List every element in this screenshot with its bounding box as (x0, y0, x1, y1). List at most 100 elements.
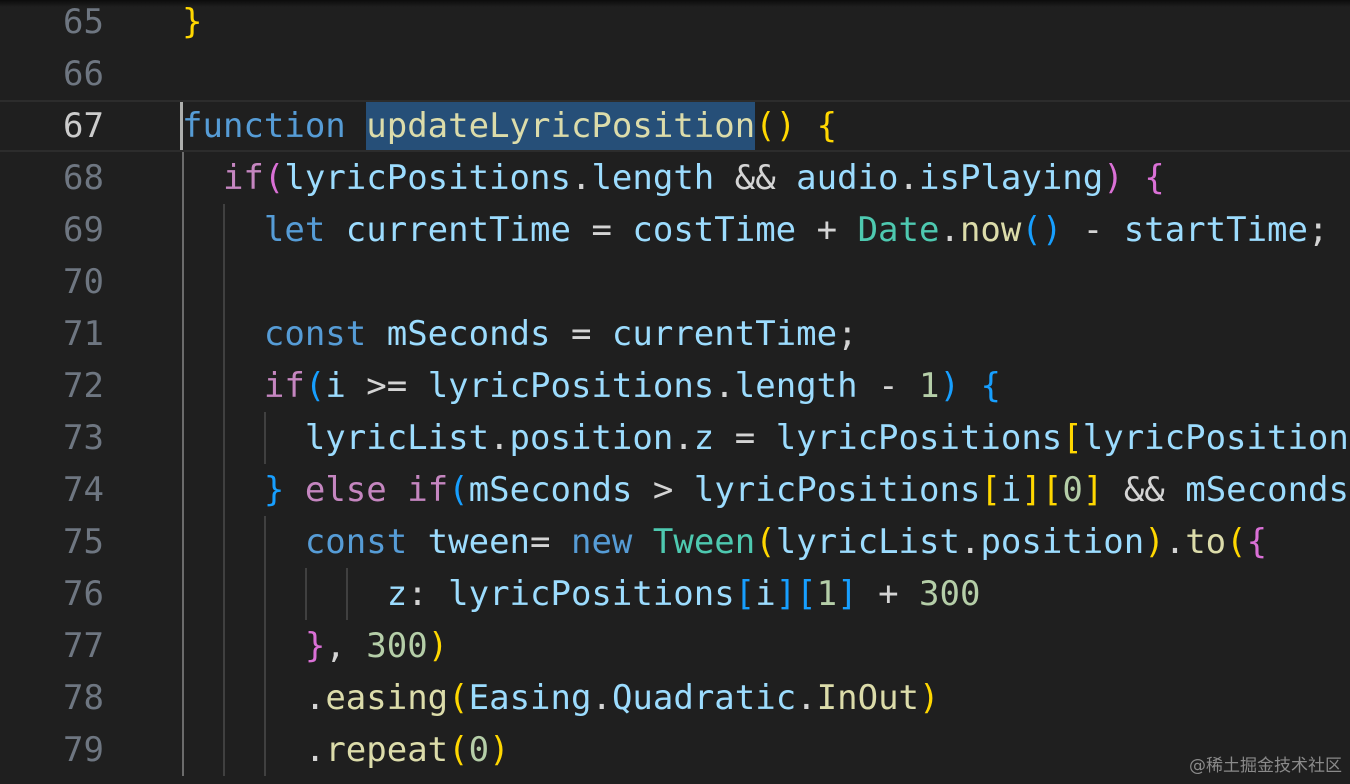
code-token: else (304, 470, 387, 510)
code-token: . (673, 418, 694, 458)
code-token: . (959, 522, 981, 562)
code-token: , (325, 626, 367, 666)
code-token: : (407, 574, 449, 614)
code-token: currentTime (611, 314, 838, 354)
code-text[interactable]: .repeat(0) (182, 724, 510, 776)
code-token: - (857, 366, 920, 406)
code-token: } (263, 470, 285, 510)
code-line[interactable]: 71 const mSeconds = currentTime; (0, 308, 1350, 360)
code-token: . (1164, 522, 1186, 562)
code-text[interactable]: }, 300) (182, 620, 448, 672)
code-text[interactable]: lyricList.position.z = lyricPositions[ly… (182, 412, 1350, 464)
code-token: i (1000, 470, 1022, 510)
code-token: i (325, 366, 346, 406)
code-token: ( (304, 366, 326, 406)
code-token: lyricPositions (693, 470, 981, 510)
code-line[interactable]: 74 } else if(mSeconds > lyricPositions[i… (0, 464, 1350, 516)
code-line[interactable]: 78 .easing(Easing.Quadratic.InOut) (0, 672, 1350, 724)
code-token: ) (1144, 522, 1165, 562)
code-token: . (714, 366, 735, 406)
code-text[interactable]: } else if(mSeconds > lyricPositions[i][0… (182, 464, 1349, 516)
code-token: >= (345, 366, 428, 406)
code-token: lyricPositions (1082, 418, 1350, 458)
code-text[interactable]: if(i >= lyricPositions.length - 1) { (182, 360, 1001, 412)
code-token: [ (734, 574, 756, 614)
code-token: ] (775, 574, 797, 614)
code-token: - (1062, 210, 1124, 250)
code-text[interactable]: z: lyricPositions[i][1] + 300 (182, 568, 981, 620)
code-line[interactable]: 75 const tween= new Tween(lyricList.posi… (0, 516, 1350, 568)
code-editor[interactable]: 65} 66 67 function updateLyricPosition() {6… (0, 0, 1350, 784)
code-token: . (570, 158, 592, 198)
line-number: 67 (63, 106, 104, 146)
code-token: 300 (919, 574, 981, 614)
code-token: = (530, 522, 571, 562)
code-token: [ (1062, 418, 1083, 458)
code-token: const (304, 522, 408, 562)
line-number: 73 (63, 418, 104, 458)
line-number: 78 (63, 678, 104, 718)
code-token: currentTime (345, 210, 571, 250)
code-token: Tween (652, 522, 756, 562)
code-token: ; (1307, 210, 1329, 250)
code-token: } (304, 626, 326, 666)
code-token: lyricPositions (427, 366, 715, 406)
code-line[interactable]: 68 if(lyricPositions.length && audio.isP… (0, 152, 1350, 204)
code-line[interactable]: 69 let currentTime = costTime + Date.now… (0, 204, 1350, 256)
code-token: () (1021, 210, 1063, 250)
code-text[interactable]: } (182, 0, 202, 48)
code-token: updateLyricPosition (366, 106, 756, 146)
code-token: { (980, 366, 1001, 406)
code-token: ) (919, 678, 940, 718)
code-line[interactable]: 65} (0, 0, 1350, 48)
code-token: . (304, 678, 326, 718)
code-line[interactable]: 76 z: lyricPositions[i][1] + 300 (0, 568, 1350, 620)
code-token: new (570, 522, 633, 562)
code-token: [ (796, 574, 817, 614)
code-token: mSeconds (386, 314, 551, 354)
code-line[interactable]: 79 .repeat(0) (0, 724, 1350, 776)
code-token: costTime (632, 210, 797, 250)
code-token: audio (796, 158, 899, 198)
code-text[interactable]: const tween= new Tween(lyricList.positio… (182, 516, 1267, 568)
code-line[interactable]: 66 (0, 48, 1350, 100)
code-token: = (714, 418, 776, 458)
code-token: z (386, 574, 408, 614)
code-line[interactable]: 67 function updateLyricPosition() { (0, 100, 1350, 152)
code-text[interactable]: const mSeconds = currentTime; (182, 308, 858, 360)
code-text[interactable]: function updateLyricPosition() { (182, 102, 837, 150)
code-token: . (796, 678, 817, 718)
code-token: && (1103, 470, 1186, 510)
code-token: ( (755, 522, 776, 562)
code-token: const (263, 314, 367, 354)
code-token: now (959, 210, 1022, 250)
code-line[interactable]: 77 }, 300) (0, 620, 1350, 672)
code-token: . (591, 678, 612, 718)
code-text[interactable]: let currentTime = costTime + Date.now() … (182, 204, 1329, 256)
line-number: 69 (63, 210, 104, 250)
code-line[interactable]: 70 (0, 256, 1350, 308)
code-token: . (898, 158, 920, 198)
code-line[interactable]: 72 if(i >= lyricPositions.length - 1) { (0, 360, 1350, 412)
code-token: ] (837, 574, 858, 614)
code-text[interactable]: if(lyricPositions.length && audio.isPlay… (182, 152, 1165, 204)
code-token: ] (1082, 470, 1104, 510)
code-token: ( (448, 678, 469, 718)
code-token: mSeconds (468, 470, 633, 510)
code-text[interactable]: .easing(Easing.Quadratic.InOut) (182, 672, 940, 724)
code-line[interactable]: 73 lyricList.position.z = lyricPositions… (0, 412, 1350, 464)
code-token: + (857, 574, 920, 614)
code-token: ; (837, 314, 858, 354)
code-token: i (755, 574, 776, 614)
line-number: 70 (63, 262, 104, 302)
